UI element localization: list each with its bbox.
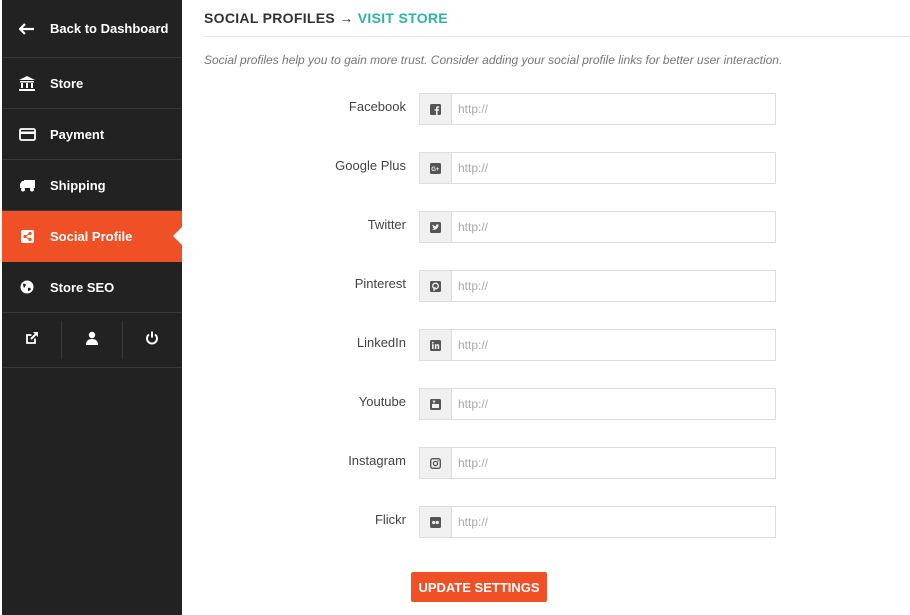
user-icon — [85, 331, 98, 350]
linkedin-url-input[interactable] — [452, 330, 775, 360]
sidebar-item-label: Payment — [50, 126, 105, 142]
flickr-field-group — [419, 506, 776, 538]
sidebar-tools — [2, 313, 182, 368]
sidebar-item-label: Store SEO — [50, 279, 115, 295]
sidebar-item-shipping[interactable]: Shipping — [2, 160, 182, 211]
flickr-url-input[interactable] — [452, 507, 775, 537]
youtube-row: Youtube — [204, 388, 910, 426]
instagram-field-group — [419, 447, 776, 479]
twitter-field-group — [419, 211, 776, 243]
google-plus-field-group: G+ — [419, 152, 776, 184]
twitter-url-input[interactable] — [452, 212, 775, 242]
share-icon — [16, 229, 38, 243]
pinterest-label: Pinterest — [354, 276, 406, 291]
facebook-row: Facebook — [204, 93, 910, 131]
linkedin-label: LinkedIn — [356, 335, 406, 350]
update-settings-button[interactable]: UPDATE SETTINGS — [411, 572, 547, 602]
sidebar-item-label: Store — [50, 75, 84, 91]
facebook-url-input[interactable] — [452, 94, 775, 124]
sidebar-item-store-seo[interactable]: Store SEO — [2, 262, 182, 313]
flickr-label: Flickr — [374, 512, 406, 527]
sidebar-item-label: Social Profile — [50, 228, 133, 244]
globe-icon — [16, 280, 38, 294]
youtube-field-group — [419, 388, 776, 420]
linkedin-icon — [420, 330, 452, 360]
google-plus-row: Google Plus G+ — [204, 152, 910, 190]
social-profile-form: Facebook Google Plus G+ Twitter Pinteres… — [204, 0, 910, 615]
twitter-icon — [420, 212, 452, 242]
sidebar-item-payment[interactable]: Payment — [2, 109, 182, 160]
sidebar-item-label: Back to Dashboard — [50, 21, 169, 36]
facebook-label: Facebook — [348, 99, 406, 114]
pinterest-icon — [420, 271, 452, 301]
credit-card-icon — [16, 127, 38, 141]
truck-icon — [16, 179, 38, 192]
twitter-label: Twitter — [367, 217, 406, 232]
flickr-row: Flickr — [204, 506, 910, 544]
sidebar-item-social-profile[interactable]: Social Profile — [2, 211, 182, 262]
instagram-url-input[interactable] — [452, 448, 775, 478]
youtube-icon — [420, 389, 452, 419]
sidebar-item-label: Shipping — [50, 177, 106, 193]
facebook-icon — [420, 94, 452, 124]
bank-icon — [16, 75, 38, 91]
youtube-label: Youtube — [358, 394, 406, 409]
google-plus-label: Google Plus — [335, 158, 406, 173]
pinterest-field-group — [419, 270, 776, 302]
instagram-icon — [420, 448, 452, 478]
visit-store-tool[interactable] — [2, 313, 61, 367]
instagram-label: Instagram — [348, 453, 406, 468]
twitter-row: Twitter — [204, 211, 910, 249]
facebook-field-group — [419, 93, 776, 125]
youtube-url-input[interactable] — [452, 389, 775, 419]
logout-tool[interactable] — [121, 321, 182, 359]
sidebar-item-store[interactable]: Store — [2, 58, 182, 109]
arrow-left-icon — [16, 22, 38, 35]
linkedin-row: LinkedIn — [204, 329, 910, 367]
svg-text:G+: G+ — [431, 167, 440, 173]
sidebar-item-back-to-dashboard[interactable]: Back to Dashboard — [2, 0, 182, 58]
google-plus-icon: G+ — [420, 153, 452, 183]
pinterest-row: Pinterest — [204, 270, 910, 308]
google-plus-url-input[interactable] — [452, 153, 775, 183]
linkedin-field-group — [419, 329, 776, 361]
power-icon — [145, 331, 159, 350]
sidebar: Back to Dashboard Store Payment Shipping… — [2, 0, 182, 615]
external-link-icon — [25, 331, 39, 350]
flickr-icon — [420, 507, 452, 537]
instagram-row: Instagram — [204, 447, 910, 485]
pinterest-url-input[interactable] — [452, 271, 775, 301]
profile-tool[interactable] — [61, 321, 121, 359]
